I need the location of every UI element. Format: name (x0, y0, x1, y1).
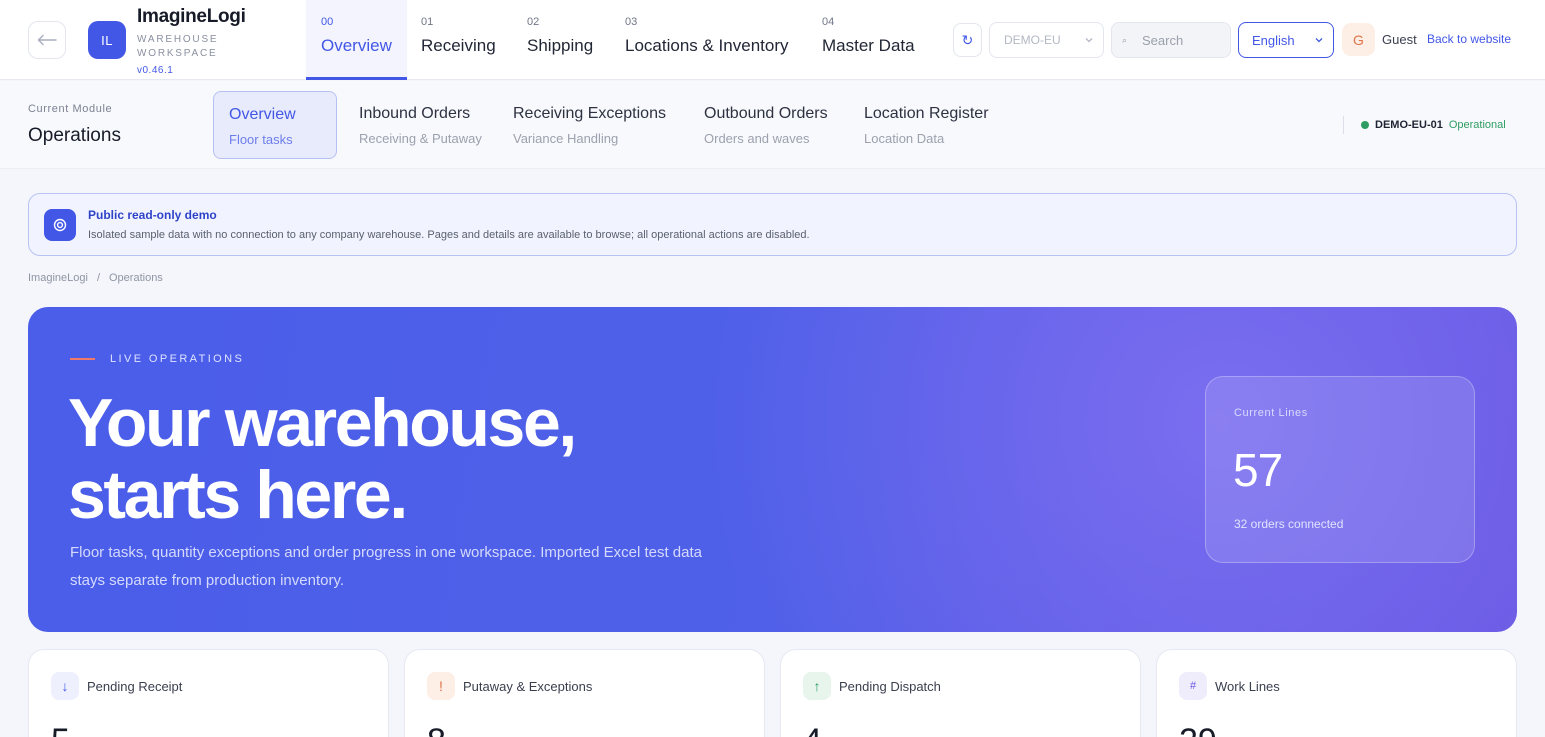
main-tab-shipping[interactable]: 02 Shipping (512, 0, 608, 80)
breadcrumb-home[interactable]: ImagineLogi (28, 272, 88, 284)
subtab-desc: Floor tasks (229, 132, 293, 147)
arrow-left-icon (37, 34, 57, 46)
subtab-receiving-exceptions[interactable]: Receiving Exceptions Variance Handling (498, 91, 681, 159)
current-lines-value: 57 (1233, 444, 1283, 496)
back-to-website-link[interactable]: Back to website (1427, 32, 1511, 46)
language-select[interactable]: English (1238, 22, 1334, 58)
hash-icon: # (1179, 672, 1207, 700)
stat-card-pending-receipt[interactable]: ↓ Pending Receipt 5 (28, 649, 389, 737)
warehouse-select[interactable]: DEMO-EU (989, 22, 1104, 58)
hero-banner: LIVE OPERATIONS Your warehouse, starts h… (28, 307, 1517, 632)
orders-connected-text: 32 orders connected (1234, 517, 1344, 531)
tab-label: Locations & Inventory (625, 36, 789, 55)
warehouse-status: DEMO-EU-01 Operational (1361, 119, 1506, 131)
subtab-desc: Orders and waves (704, 131, 810, 146)
current-lines-label: Current Lines (1234, 407, 1308, 419)
back-button[interactable] (28, 21, 66, 59)
tab-number: 04 (822, 16, 835, 28)
hero-description: Floor tasks, quantity exceptions and ord… (70, 544, 702, 589)
tab-label: Receiving (421, 36, 496, 55)
subtab-overview[interactable]: Overview Floor tasks (213, 91, 337, 159)
tab-number: 01 (421, 16, 434, 28)
divider (1343, 116, 1344, 134)
warehouse-select-value: DEMO-EU (1004, 33, 1061, 47)
module-subnav: Current Module Operations Overview Floor… (0, 81, 1545, 169)
chevron-down-icon (1085, 38, 1093, 43)
top-bar: IL ImagineLogi WAREHOUSE WORKSPACE v0.46… (0, 0, 1545, 80)
main-tab-locations-inventory[interactable]: 03 Locations & Inventory (610, 0, 803, 80)
status-warehouse: DEMO-EU-01 (1375, 119, 1443, 131)
subtab-location-register[interactable]: Location Register Location Data (849, 91, 1004, 159)
subtab-desc: Receiving & Putaway (359, 131, 482, 146)
refresh-icon: ↻ (961, 31, 974, 48)
stat-label: Pending Dispatch (839, 679, 941, 694)
tab-label: Shipping (527, 36, 594, 55)
subtab-desc: Location Data (864, 131, 945, 146)
stat-value: 29 (1179, 722, 1217, 737)
notice-text: Isolated sample data with no connection … (88, 229, 810, 241)
subtab-title: Inbound Orders (359, 105, 471, 122)
stat-card-work-lines[interactable]: # Work Lines 29 (1156, 649, 1517, 737)
subtab-outbound-orders[interactable]: Outbound Orders Orders and waves (689, 91, 843, 159)
brand-logo[interactable]: IL (88, 21, 126, 59)
status-text: Operational (1448, 119, 1506, 131)
notice-title: Public read-only demo (88, 208, 217, 222)
search-field[interactable]: ⌕ (1111, 22, 1231, 58)
tab-label: Master Data (822, 36, 915, 55)
subtab-desc: Variance Handling (513, 131, 619, 146)
refresh-button[interactable]: ↻ (953, 23, 982, 57)
hero-title-line1: Your warehouse, (68, 385, 577, 461)
stat-value: 4 (803, 722, 822, 737)
status-dot-icon (1361, 121, 1369, 129)
main-tab-receiving[interactable]: 01 Receiving (406, 0, 511, 80)
stat-card-pending-dispatch[interactable]: ↑ Pending Dispatch 4 (780, 649, 1141, 737)
user-name: Guest (1382, 32, 1417, 47)
breadcrumb: ImagineLogi / Operations (28, 272, 163, 284)
current-module-name: Operations (28, 125, 121, 146)
chevron-down-icon (1315, 38, 1323, 43)
stat-label: Work Lines (1215, 679, 1280, 694)
arrow-down-icon: ↓ (51, 672, 79, 700)
subtab-inbound-orders[interactable]: Inbound Orders Receiving & Putaway (344, 91, 497, 159)
app-version: v0.46.1 (137, 65, 174, 76)
hero-eyebrow: LIVE OPERATIONS (70, 353, 244, 365)
alert-icon: ! (427, 672, 455, 700)
stat-label: Putaway & Exceptions (463, 679, 593, 694)
eyebrow-accent-line (70, 358, 95, 360)
stat-value: 8 (427, 722, 446, 737)
brand-name: ImagineLogi (137, 6, 246, 27)
breadcrumb-current: Operations (109, 272, 163, 284)
current-lines-card: Current Lines 57 32 orders connected (1205, 376, 1475, 563)
subtab-title: Outbound Orders (704, 105, 828, 122)
current-module-label: Current Module (28, 103, 113, 115)
stat-value: 5 (51, 722, 70, 737)
subtab-title: Receiving Exceptions (513, 105, 666, 122)
tab-number: 02 (527, 16, 540, 28)
tab-number: 03 (625, 16, 638, 28)
hero-title-line2: starts here. (68, 457, 408, 533)
main-tab-overview[interactable]: 00 Overview (306, 0, 407, 80)
search-input[interactable] (1142, 32, 1222, 48)
stat-label: Pending Receipt (87, 679, 183, 694)
breadcrumb-separator: / (96, 272, 100, 284)
subtab-title: Location Register (864, 105, 989, 122)
main-tab-master-data[interactable]: 04 Master Data (807, 0, 930, 80)
hero-title: Your warehouse, starts here. (68, 387, 768, 531)
brand-subtitle: WAREHOUSE WORKSPACE (137, 34, 219, 59)
demo-notice: Public read-only demo Isolated sample da… (28, 193, 1517, 256)
stat-card-putaway-exceptions[interactable]: ! Putaway & Exceptions 8 (404, 649, 765, 737)
search-icon: ⌕ (1122, 34, 1128, 45)
hero-eyebrow-text: LIVE OPERATIONS (110, 353, 245, 365)
arrow-up-icon: ↑ (803, 672, 831, 700)
tab-number: 00 (321, 16, 334, 28)
language-select-value: English (1252, 32, 1295, 48)
tab-label: Overview (321, 36, 392, 55)
target-icon (44, 209, 76, 241)
subtab-title: Overview (229, 106, 296, 123)
avatar[interactable]: G (1342, 23, 1375, 56)
